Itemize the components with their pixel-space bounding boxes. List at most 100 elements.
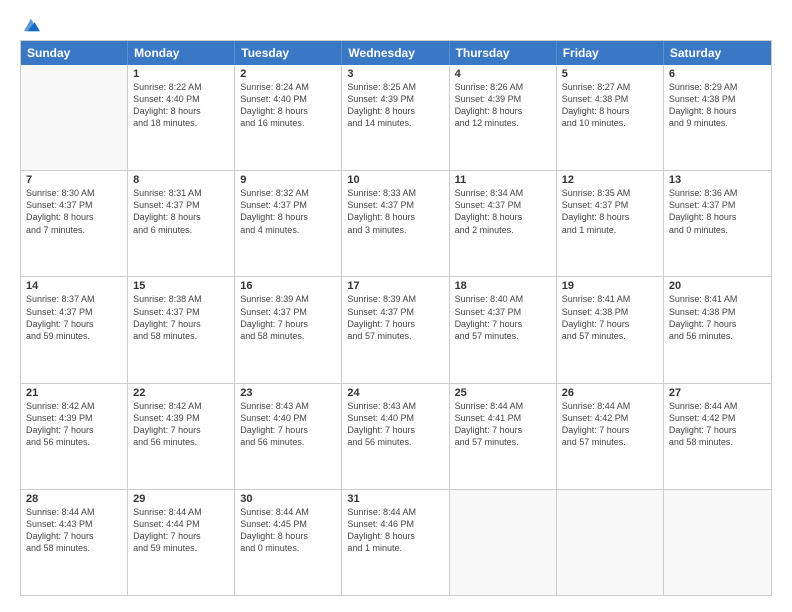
calendar-cell: 3Sunrise: 8:25 AM Sunset: 4:39 PM Daylig… xyxy=(342,65,449,170)
calendar-cell: 28Sunrise: 8:44 AM Sunset: 4:43 PM Dayli… xyxy=(21,490,128,595)
day-number: 22 xyxy=(133,387,229,399)
calendar-cell: 16Sunrise: 8:39 AM Sunset: 4:37 PM Dayli… xyxy=(235,277,342,382)
day-number: 10 xyxy=(347,174,443,186)
day-number: 28 xyxy=(26,493,122,505)
header-day-saturday: Saturday xyxy=(664,41,771,65)
calendar-row-2: 14Sunrise: 8:37 AM Sunset: 4:37 PM Dayli… xyxy=(21,276,771,382)
day-number: 3 xyxy=(347,68,443,80)
day-info: Sunrise: 8:26 AM Sunset: 4:39 PM Dayligh… xyxy=(455,81,551,130)
calendar-cell: 24Sunrise: 8:43 AM Sunset: 4:40 PM Dayli… xyxy=(342,384,449,489)
day-info: Sunrise: 8:38 AM Sunset: 4:37 PM Dayligh… xyxy=(133,293,229,342)
day-info: Sunrise: 8:42 AM Sunset: 4:39 PM Dayligh… xyxy=(133,400,229,449)
day-info: Sunrise: 8:44 AM Sunset: 4:41 PM Dayligh… xyxy=(455,400,551,449)
day-number: 1 xyxy=(133,68,229,80)
calendar-row-3: 21Sunrise: 8:42 AM Sunset: 4:39 PM Dayli… xyxy=(21,383,771,489)
day-number: 6 xyxy=(669,68,766,80)
calendar-row-0: 1Sunrise: 8:22 AM Sunset: 4:40 PM Daylig… xyxy=(21,65,771,170)
day-number: 5 xyxy=(562,68,658,80)
calendar-cell: 30Sunrise: 8:44 AM Sunset: 4:45 PM Dayli… xyxy=(235,490,342,595)
day-number: 23 xyxy=(240,387,336,399)
calendar-cell: 27Sunrise: 8:44 AM Sunset: 4:42 PM Dayli… xyxy=(664,384,771,489)
day-info: Sunrise: 8:33 AM Sunset: 4:37 PM Dayligh… xyxy=(347,187,443,236)
day-info: Sunrise: 8:22 AM Sunset: 4:40 PM Dayligh… xyxy=(133,81,229,130)
day-number: 2 xyxy=(240,68,336,80)
calendar-cell: 18Sunrise: 8:40 AM Sunset: 4:37 PM Dayli… xyxy=(450,277,557,382)
calendar-header: SundayMondayTuesdayWednesdayThursdayFrid… xyxy=(21,41,771,65)
calendar-cell: 7Sunrise: 8:30 AM Sunset: 4:37 PM Daylig… xyxy=(21,171,128,276)
day-number: 30 xyxy=(240,493,336,505)
day-number: 14 xyxy=(26,280,122,292)
calendar-cell: 8Sunrise: 8:31 AM Sunset: 4:37 PM Daylig… xyxy=(128,171,235,276)
calendar: SundayMondayTuesdayWednesdayThursdayFrid… xyxy=(20,40,772,596)
calendar-cell: 10Sunrise: 8:33 AM Sunset: 4:37 PM Dayli… xyxy=(342,171,449,276)
calendar-cell: 1Sunrise: 8:22 AM Sunset: 4:40 PM Daylig… xyxy=(128,65,235,170)
day-number: 17 xyxy=(347,280,443,292)
day-info: Sunrise: 8:43 AM Sunset: 4:40 PM Dayligh… xyxy=(240,400,336,449)
day-number: 20 xyxy=(669,280,766,292)
day-info: Sunrise: 8:44 AM Sunset: 4:42 PM Dayligh… xyxy=(562,400,658,449)
day-info: Sunrise: 8:35 AM Sunset: 4:37 PM Dayligh… xyxy=(562,187,658,236)
day-info: Sunrise: 8:41 AM Sunset: 4:38 PM Dayligh… xyxy=(669,293,766,342)
calendar-cell xyxy=(664,490,771,595)
calendar-cell xyxy=(450,490,557,595)
day-info: Sunrise: 8:24 AM Sunset: 4:40 PM Dayligh… xyxy=(240,81,336,130)
day-info: Sunrise: 8:44 AM Sunset: 4:43 PM Dayligh… xyxy=(26,506,122,555)
header-day-monday: Monday xyxy=(128,41,235,65)
calendar-cell xyxy=(557,490,664,595)
day-number: 8 xyxy=(133,174,229,186)
calendar-cell: 19Sunrise: 8:41 AM Sunset: 4:38 PM Dayli… xyxy=(557,277,664,382)
calendar-cell: 2Sunrise: 8:24 AM Sunset: 4:40 PM Daylig… xyxy=(235,65,342,170)
day-info: Sunrise: 8:42 AM Sunset: 4:39 PM Dayligh… xyxy=(26,400,122,449)
day-info: Sunrise: 8:30 AM Sunset: 4:37 PM Dayligh… xyxy=(26,187,122,236)
calendar-cell: 22Sunrise: 8:42 AM Sunset: 4:39 PM Dayli… xyxy=(128,384,235,489)
calendar-cell: 21Sunrise: 8:42 AM Sunset: 4:39 PM Dayli… xyxy=(21,384,128,489)
calendar-cell: 4Sunrise: 8:26 AM Sunset: 4:39 PM Daylig… xyxy=(450,65,557,170)
day-info: Sunrise: 8:44 AM Sunset: 4:45 PM Dayligh… xyxy=(240,506,336,555)
calendar-cell xyxy=(21,65,128,170)
calendar-row-1: 7Sunrise: 8:30 AM Sunset: 4:37 PM Daylig… xyxy=(21,170,771,276)
logo xyxy=(20,16,40,32)
day-number: 24 xyxy=(347,387,443,399)
calendar-row-4: 28Sunrise: 8:44 AM Sunset: 4:43 PM Dayli… xyxy=(21,489,771,595)
day-info: Sunrise: 8:39 AM Sunset: 4:37 PM Dayligh… xyxy=(240,293,336,342)
calendar-cell: 11Sunrise: 8:34 AM Sunset: 4:37 PM Dayli… xyxy=(450,171,557,276)
calendar-cell: 14Sunrise: 8:37 AM Sunset: 4:37 PM Dayli… xyxy=(21,277,128,382)
day-info: Sunrise: 8:36 AM Sunset: 4:37 PM Dayligh… xyxy=(669,187,766,236)
day-info: Sunrise: 8:39 AM Sunset: 4:37 PM Dayligh… xyxy=(347,293,443,342)
day-number: 7 xyxy=(26,174,122,186)
day-info: Sunrise: 8:44 AM Sunset: 4:42 PM Dayligh… xyxy=(669,400,766,449)
calendar-cell: 23Sunrise: 8:43 AM Sunset: 4:40 PM Dayli… xyxy=(235,384,342,489)
calendar-cell: 5Sunrise: 8:27 AM Sunset: 4:38 PM Daylig… xyxy=(557,65,664,170)
header-day-friday: Friday xyxy=(557,41,664,65)
day-number: 15 xyxy=(133,280,229,292)
calendar-cell: 26Sunrise: 8:44 AM Sunset: 4:42 PM Dayli… xyxy=(557,384,664,489)
day-number: 12 xyxy=(562,174,658,186)
header xyxy=(20,16,772,32)
day-info: Sunrise: 8:29 AM Sunset: 4:38 PM Dayligh… xyxy=(669,81,766,130)
day-number: 18 xyxy=(455,280,551,292)
calendar-cell: 13Sunrise: 8:36 AM Sunset: 4:37 PM Dayli… xyxy=(664,171,771,276)
day-number: 16 xyxy=(240,280,336,292)
day-info: Sunrise: 8:44 AM Sunset: 4:44 PM Dayligh… xyxy=(133,506,229,555)
day-info: Sunrise: 8:31 AM Sunset: 4:37 PM Dayligh… xyxy=(133,187,229,236)
day-number: 11 xyxy=(455,174,551,186)
day-info: Sunrise: 8:44 AM Sunset: 4:46 PM Dayligh… xyxy=(347,506,443,555)
calendar-cell: 20Sunrise: 8:41 AM Sunset: 4:38 PM Dayli… xyxy=(664,277,771,382)
day-info: Sunrise: 8:27 AM Sunset: 4:38 PM Dayligh… xyxy=(562,81,658,130)
calendar-cell: 15Sunrise: 8:38 AM Sunset: 4:37 PM Dayli… xyxy=(128,277,235,382)
calendar-body: 1Sunrise: 8:22 AM Sunset: 4:40 PM Daylig… xyxy=(21,65,771,595)
day-info: Sunrise: 8:34 AM Sunset: 4:37 PM Dayligh… xyxy=(455,187,551,236)
page: SundayMondayTuesdayWednesdayThursdayFrid… xyxy=(0,0,792,612)
logo-icon xyxy=(22,16,40,34)
calendar-cell: 17Sunrise: 8:39 AM Sunset: 4:37 PM Dayli… xyxy=(342,277,449,382)
day-info: Sunrise: 8:32 AM Sunset: 4:37 PM Dayligh… xyxy=(240,187,336,236)
day-info: Sunrise: 8:43 AM Sunset: 4:40 PM Dayligh… xyxy=(347,400,443,449)
header-day-sunday: Sunday xyxy=(21,41,128,65)
day-number: 29 xyxy=(133,493,229,505)
calendar-cell: 25Sunrise: 8:44 AM Sunset: 4:41 PM Dayli… xyxy=(450,384,557,489)
header-day-tuesday: Tuesday xyxy=(235,41,342,65)
header-day-wednesday: Wednesday xyxy=(342,41,449,65)
calendar-cell: 31Sunrise: 8:44 AM Sunset: 4:46 PM Dayli… xyxy=(342,490,449,595)
calendar-cell: 12Sunrise: 8:35 AM Sunset: 4:37 PM Dayli… xyxy=(557,171,664,276)
day-number: 26 xyxy=(562,387,658,399)
